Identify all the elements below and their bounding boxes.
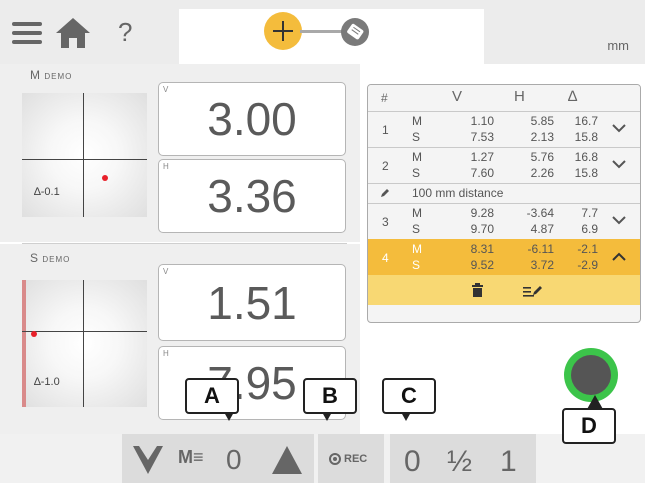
col-header-v: V [452, 88, 463, 105]
s-panel-label: S DEMO [30, 251, 71, 265]
callout-a: A [185, 378, 239, 414]
row-s-angle: 15.8 [574, 130, 598, 144]
rec-label: REC [344, 453, 368, 465]
filter-value: 0 [226, 444, 242, 475]
row-s-h: 2.26 [530, 166, 554, 180]
row-m-angle: 7.7 [581, 206, 598, 220]
row-m-label: M [412, 206, 422, 220]
s-edge-indicator [22, 280, 26, 407]
help-button[interactable]: ? [118, 17, 132, 48]
chevron-down-icon[interactable] [611, 122, 627, 134]
filter-down-arrow-icon[interactable] [131, 444, 165, 476]
row-s-h: 3.72 [530, 258, 554, 272]
target-mode-icon[interactable] [264, 12, 302, 50]
row-m-label: M [412, 150, 422, 164]
edit-note-icon[interactable] [523, 283, 543, 297]
filter-icon: M≡ [178, 447, 204, 467]
row-m-v: 8.31 [470, 242, 494, 256]
row-m-label: M [412, 242, 422, 256]
row-s-v: 7.60 [470, 166, 494, 180]
row-actions [368, 275, 640, 305]
m-vertical-value: 3.00 [207, 93, 297, 145]
chevron-down-icon[interactable] [611, 158, 627, 170]
row-m-v: 1.10 [470, 114, 494, 128]
menu-icon[interactable] [12, 20, 42, 46]
m-horizontal-value: 3.36 [207, 170, 297, 222]
mode-connector [300, 30, 342, 33]
resolution-1[interactable]: 1 [500, 445, 517, 479]
distance-note: 100 mm distance [412, 186, 504, 200]
m-target-plot: ∆-0.1 [22, 93, 147, 217]
row-s-label: S [412, 222, 421, 236]
row-m-h: 5.85 [530, 114, 554, 128]
m-position-dot [102, 175, 108, 181]
s-target-plot: ∆-1.0 [22, 280, 147, 407]
row-s-label: S [412, 258, 421, 272]
callout-b: B [303, 378, 357, 414]
mode-selector [179, 9, 484, 64]
row-m-h: -3.64 [526, 206, 554, 220]
m-horizontal-box: H 3.36 [158, 159, 346, 233]
home-icon[interactable] [54, 16, 92, 50]
callout-c: C [382, 378, 436, 414]
m-vertical-box: V 3.00 [158, 82, 346, 156]
table-row[interactable]: 2 M 1.27 5.76 16.8 S 7.60 2.26 15.8 [368, 148, 640, 183]
s-vertical-box: V 1.51 [158, 264, 346, 341]
filter-up-arrow-icon[interactable] [270, 444, 304, 476]
row-m-v: 1.27 [470, 150, 494, 164]
row-s-h: 4.87 [530, 222, 554, 236]
rec-button[interactable]: REC [318, 434, 384, 483]
row-s-h: 2.13 [530, 130, 554, 144]
row-m-label: M [412, 114, 422, 128]
row-number: 1 [382, 123, 389, 137]
row-s-v: 9.70 [470, 222, 494, 236]
row-number: 2 [382, 159, 389, 173]
table-row[interactable]: 3 M 9.28 -3.64 7.7 S 9.70 4.87 6.9 [368, 204, 640, 239]
table-header: # V H ∆ [368, 85, 640, 111]
row-s-angle: -2.9 [577, 258, 598, 272]
table-row[interactable]: 1 M 1.10 5.85 16.7 S 7.53 2.13 15.8 [368, 112, 640, 147]
measure-button[interactable] [564, 348, 618, 402]
pencil-icon [381, 189, 389, 197]
s-angle-readout: ∆-1.0 [34, 376, 60, 388]
col-header-h: H [514, 88, 525, 105]
m-panel-label: M DEMO [30, 68, 73, 82]
note-row: 100 mm distance [368, 184, 640, 203]
measurement-table: # V H ∆ 1 M 1.10 5.85 16.7 S 7.53 2.13 1… [367, 84, 641, 323]
table-row-selected[interactable]: 4 M 8.31 -6.11 -2.1 S 9.52 3.72 -2.9 [368, 239, 640, 275]
resolution-group: 0 ½ 1 [390, 434, 536, 483]
s-position-dot [31, 331, 37, 337]
s-vertical-value: 1.51 [207, 276, 297, 329]
resolution-0[interactable]: 0 [404, 445, 421, 479]
row-m-h: -6.11 [527, 242, 554, 256]
m-angle-readout: ∆-0.1 [34, 186, 60, 198]
row-s-angle: 6.9 [581, 222, 598, 236]
row-number: 4 [382, 251, 389, 265]
resolution-half[interactable]: ½ [447, 445, 472, 479]
row-m-angle: -2.1 [577, 242, 598, 256]
row-s-label: S [412, 130, 421, 144]
row-m-h: 5.76 [530, 150, 554, 164]
row-s-label: S [412, 166, 421, 180]
col-header-angle: ∆ [568, 88, 578, 105]
chevron-up-icon[interactable] [611, 251, 627, 263]
row-s-angle: 15.8 [574, 166, 598, 180]
row-s-v: 7.53 [470, 130, 494, 144]
row-m-angle: 16.7 [574, 114, 598, 128]
callout-d: D [562, 408, 616, 444]
row-number: 3 [382, 215, 389, 229]
row-m-v: 9.28 [470, 206, 494, 220]
chevron-down-icon[interactable] [611, 214, 627, 226]
col-header-number: # [381, 91, 388, 105]
measure-unit-icon[interactable] [338, 15, 372, 49]
row-m-angle: 16.8 [574, 150, 598, 164]
unit-label: mm [607, 38, 629, 53]
row-s-v: 9.52 [470, 258, 494, 272]
trash-icon[interactable] [471, 283, 484, 297]
